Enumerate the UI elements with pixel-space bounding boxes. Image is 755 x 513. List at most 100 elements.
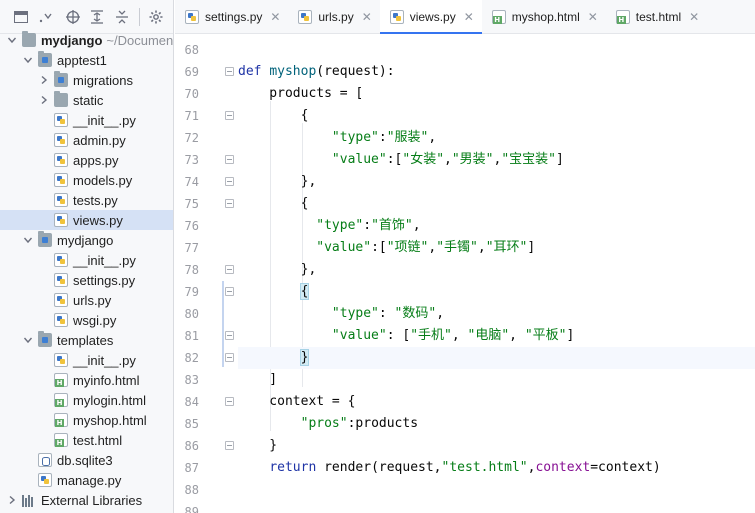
- tab-views-py[interactable]: views.py ✕: [379, 0, 482, 34]
- string-literal: "男装": [451, 152, 494, 167]
- fold-marker-icon[interactable]: [225, 67, 234, 76]
- fold-marker-icon[interactable]: [225, 265, 234, 274]
- tree-item-models[interactable]: models.py: [0, 170, 173, 190]
- string-literal: "test.html": [441, 460, 528, 475]
- string-literal: "手镯": [436, 240, 478, 255]
- code-text: :products: [347, 416, 419, 431]
- tree-item-templates[interactable]: templates: [0, 330, 173, 350]
- code-text: =context): [590, 460, 661, 475]
- code-line: }: [238, 435, 755, 457]
- project-panel: mydjango ~/Documen apptest1 migrations s…: [0, 0, 174, 513]
- tab-urls-py[interactable]: urls.py ✕: [288, 0, 379, 33]
- chevron-right-icon[interactable]: [6, 494, 18, 506]
- tree-item-label: mydjango: [57, 232, 114, 248]
- locate-file-icon[interactable]: [65, 9, 80, 25]
- view-options-dropdown-icon[interactable]: [39, 9, 56, 25]
- chevron-right-icon[interactable]: [38, 74, 50, 86]
- code-line: {: [238, 105, 755, 127]
- tree-item-external-libraries[interactable]: External Libraries: [0, 490, 173, 510]
- tree-item-tests[interactable]: tests.py: [0, 190, 173, 210]
- code-area[interactable]: def myshop(request): products = [ { "typ…: [238, 35, 755, 513]
- project-tree: mydjango ~/Documen apptest1 migrations s…: [0, 30, 173, 510]
- line-number: 70: [184, 87, 199, 101]
- tree-item-views[interactable]: views.py: [0, 210, 173, 230]
- tree-item-static[interactable]: static: [0, 90, 173, 110]
- html-file-icon: [54, 433, 68, 447]
- chevron-down-icon[interactable]: [22, 234, 34, 246]
- tab-label: myshop.html: [511, 9, 580, 24]
- chevron-down-icon[interactable]: [22, 334, 34, 346]
- code-text: {: [238, 108, 309, 123]
- expand-all-icon[interactable]: [90, 9, 105, 25]
- project-view-icon[interactable]: [14, 9, 29, 25]
- tree-item-root[interactable]: mydjango ~/Documen: [0, 30, 173, 50]
- chevron-right-icon[interactable]: [38, 94, 50, 106]
- tree-item-tpl-init[interactable]: __init__.py: [0, 350, 173, 370]
- code-editor[interactable]: 68 69 70 71 72 73 74 75 76 77 78 79 80 81 82 83 84 85 86 87…: [175, 35, 755, 513]
- tree-item-apptest1[interactable]: apptest1: [0, 50, 173, 70]
- tree-item-mydjango-package[interactable]: mydjango: [0, 230, 173, 250]
- fold-marker-icon[interactable]: [225, 353, 234, 362]
- tree-item-myshop[interactable]: myshop.html: [0, 410, 173, 430]
- tree-item-app-init[interactable]: __init__.py: [0, 110, 173, 130]
- fold-marker-icon[interactable]: [225, 331, 234, 340]
- tree-item-migrations[interactable]: migrations: [0, 70, 173, 90]
- chevron-down-icon[interactable]: [6, 34, 18, 46]
- tree-item-label: __init__.py: [73, 112, 136, 128]
- python-file-icon: [298, 9, 313, 24]
- fold-marker-icon[interactable]: [225, 111, 234, 120]
- settings-gear-icon[interactable]: [148, 9, 163, 25]
- fold-marker-icon[interactable]: [225, 199, 234, 208]
- fold-marker-icon[interactable]: [225, 397, 234, 406]
- chevron-down-icon[interactable]: [22, 54, 34, 66]
- package-folder-icon: [38, 331, 52, 347]
- tab-settings-py[interactable]: settings.py ✕: [175, 0, 288, 33]
- tree-item-settings[interactable]: settings.py: [0, 270, 173, 290]
- code-text: ,: [412, 218, 421, 233]
- python-file-icon: [185, 9, 199, 24]
- collapse-all-icon[interactable]: [115, 9, 130, 25]
- code-line: return render(request,"test.html",contex…: [238, 457, 755, 479]
- tree-item-db[interactable]: db.sqlite3: [0, 450, 173, 470]
- tree-item-pkg-init[interactable]: __init__.py: [0, 250, 173, 270]
- python-file-icon: [54, 253, 68, 267]
- close-icon[interactable]: ✕: [464, 10, 474, 24]
- string-literal: "数码": [394, 306, 437, 321]
- close-icon[interactable]: ✕: [689, 10, 699, 24]
- string-literal: "手机": [410, 328, 452, 343]
- html-file-icon: [54, 393, 68, 407]
- tree-item-admin[interactable]: admin.py: [0, 130, 173, 150]
- code-text: ,: [428, 130, 437, 145]
- project-toolbar: [0, 0, 173, 34]
- tab-test-html[interactable]: test.html ✕: [606, 0, 707, 33]
- fold-marker-icon[interactable]: [225, 177, 234, 186]
- tree-item-urls[interactable]: urls.py: [0, 290, 173, 310]
- html-file-icon: [54, 373, 68, 387]
- close-icon[interactable]: ✕: [588, 10, 598, 24]
- tree-item-label: db.sqlite3: [57, 452, 113, 468]
- tree-item-manage[interactable]: manage.py: [0, 470, 173, 490]
- tree-item-label: apptest1: [57, 52, 107, 68]
- fold-marker-icon[interactable]: [225, 287, 234, 296]
- code-line: products = [: [238, 83, 755, 105]
- tree-item-label: views.py: [73, 212, 123, 228]
- python-file-icon: [54, 293, 68, 307]
- close-icon[interactable]: ✕: [270, 10, 280, 24]
- tree-item-label: apps.py: [73, 152, 119, 168]
- tree-item-label: myinfo.html: [73, 372, 140, 388]
- python-file-icon: [54, 193, 68, 207]
- tree-item-apps[interactable]: apps.py: [0, 150, 173, 170]
- tree-item-wsgi[interactable]: wsgi.py: [0, 310, 173, 330]
- tree-item-myinfo[interactable]: myinfo.html: [0, 370, 173, 390]
- string-literal: "女装": [402, 152, 445, 167]
- tab-myshop-html[interactable]: myshop.html ✕: [482, 0, 606, 33]
- package-folder-icon: [54, 71, 68, 87]
- tree-item-test[interactable]: test.html: [0, 430, 173, 450]
- string-literal: "耳环": [485, 240, 528, 255]
- fold-marker-icon[interactable]: [225, 441, 234, 450]
- tree-item-mylogin[interactable]: mylogin.html: [0, 390, 173, 410]
- fold-marker-icon[interactable]: [225, 155, 234, 164]
- close-icon[interactable]: ✕: [362, 10, 372, 24]
- tree-item-label: myshop.html: [73, 412, 147, 428]
- database-file-icon: [38, 453, 52, 467]
